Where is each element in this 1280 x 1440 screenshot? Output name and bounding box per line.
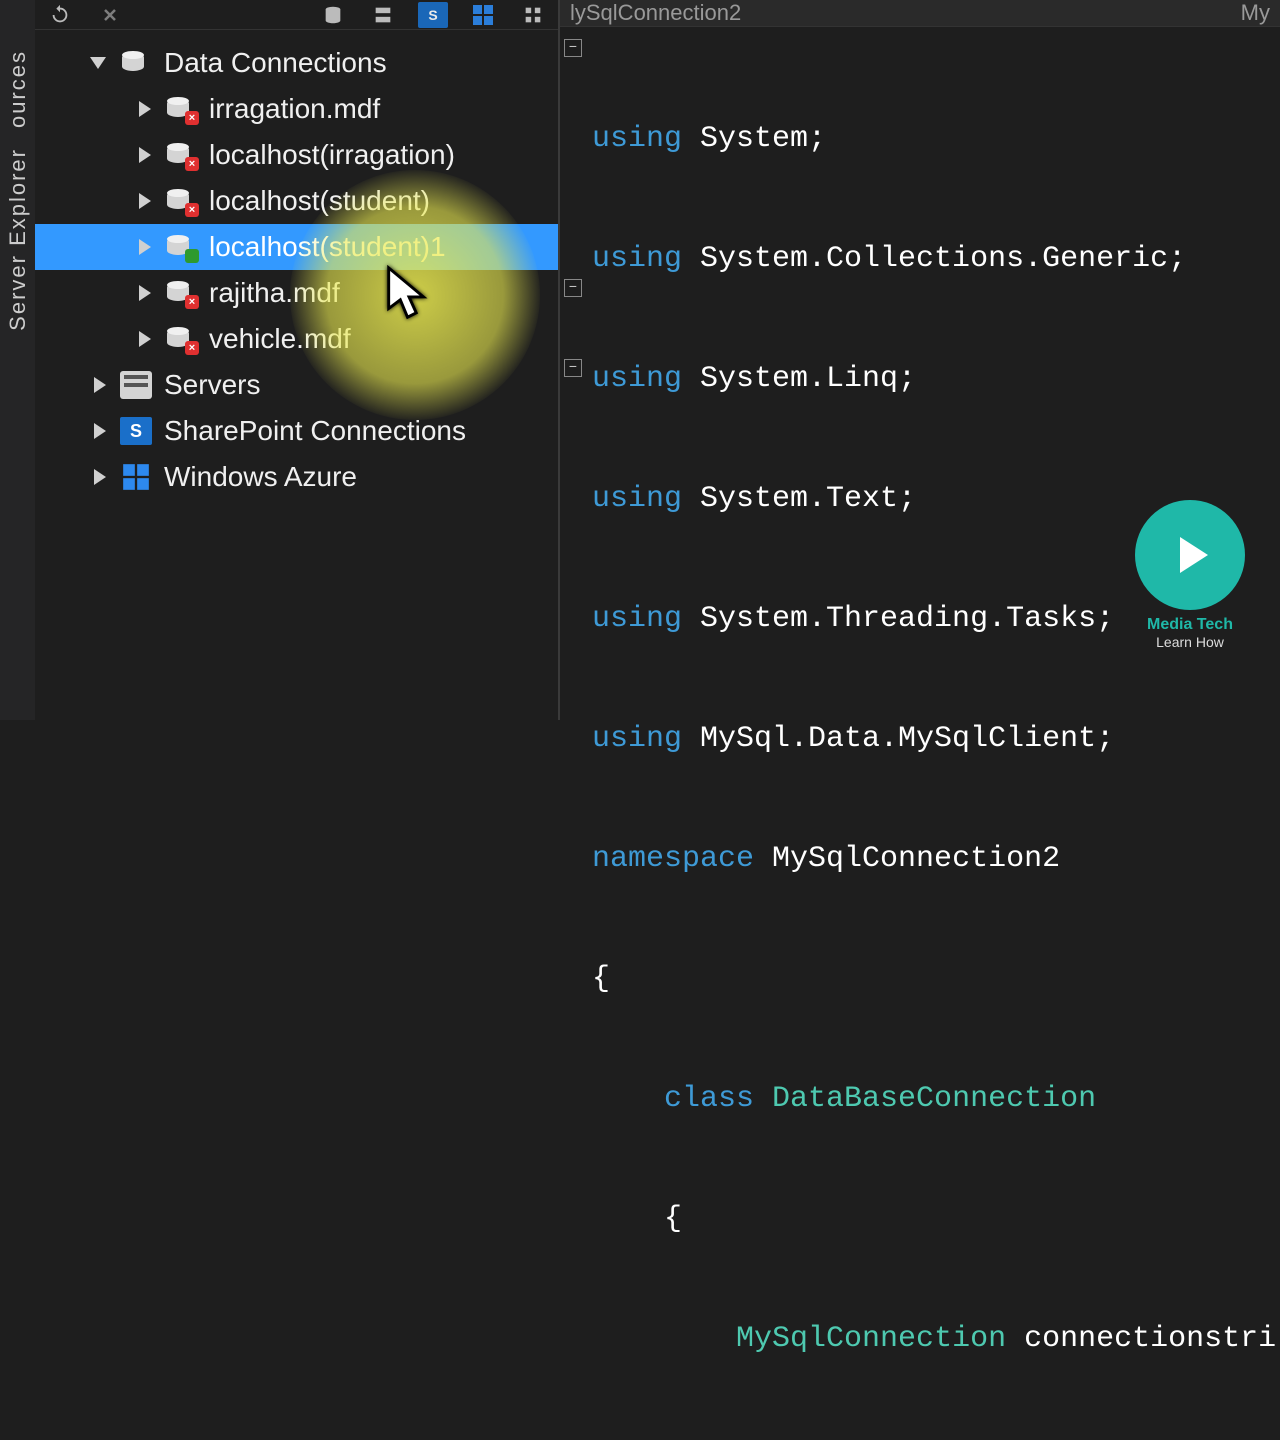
vertical-tab-sources[interactable]: ources xyxy=(5,50,31,128)
chevron-down-icon[interactable] xyxy=(90,53,110,73)
azure-icon[interactable] xyxy=(468,2,498,28)
tree-node-data-connections[interactable]: Data Connections xyxy=(35,40,558,86)
database-error-icon: × xyxy=(165,279,197,307)
sharepoint-icon: S xyxy=(120,417,152,445)
tree-node-connection[interactable]: × rajitha.mdf xyxy=(35,270,558,316)
code-editor: lySqlConnection2 My − − − using System; … xyxy=(560,0,1280,720)
fold-gutter: − − − xyxy=(560,27,586,1440)
tree-node-connection[interactable]: × localhost(irragation) xyxy=(35,132,558,178)
tree-label: irragation.mdf xyxy=(209,93,380,125)
chevron-right-icon[interactable] xyxy=(90,467,110,487)
code-text[interactable]: using System; using System.Collections.G… xyxy=(586,27,1280,1440)
connect-server-icon[interactable] xyxy=(368,2,398,28)
tree-label: Servers xyxy=(164,369,260,401)
tree-label: localhost(student) xyxy=(209,185,430,217)
chevron-right-icon[interactable] xyxy=(135,283,155,303)
chevron-right-icon[interactable] xyxy=(135,191,155,211)
chevron-right-icon[interactable] xyxy=(90,375,110,395)
connect-db-icon[interactable] xyxy=(318,2,348,28)
connection-tree: Data Connections × irragation.mdf × loca… xyxy=(35,30,558,500)
vertical-tab-rail: ources Server Explorer xyxy=(0,0,35,720)
tool-icon[interactable] xyxy=(518,2,548,28)
server-explorer-toolbar: S xyxy=(35,0,558,30)
tree-label: Data Connections xyxy=(164,47,387,79)
tree-label: localhost(student)1 xyxy=(209,231,446,263)
tree-node-azure[interactable]: Windows Azure xyxy=(35,454,558,500)
database-error-icon: × xyxy=(165,325,197,353)
tree-label: rajitha.mdf xyxy=(209,277,340,309)
chevron-right-icon[interactable] xyxy=(90,421,110,441)
tree-node-servers[interactable]: Servers xyxy=(35,362,558,408)
tree-node-connection[interactable]: × vehicle.mdf xyxy=(35,316,558,362)
refresh-icon[interactable] xyxy=(45,2,75,28)
vertical-tab-server-explorer[interactable]: Server Explorer xyxy=(5,148,31,331)
tree-node-connection[interactable]: × localhost(student) xyxy=(35,178,558,224)
database-error-icon: × xyxy=(165,187,197,215)
tree-node-sharepoint[interactable]: S SharePoint Connections xyxy=(35,408,558,454)
code-area[interactable]: − − − using System; using System.Collect… xyxy=(560,27,1280,1440)
tree-label: vehicle.mdf xyxy=(209,323,351,355)
fold-toggle-icon[interactable]: − xyxy=(564,279,582,297)
database-ok-icon xyxy=(165,233,197,261)
editor-tab-right[interactable]: My xyxy=(1241,0,1270,26)
server-explorer-panel: S Data Connections × irragation.mdf × lo… xyxy=(35,0,560,720)
tree-node-connection[interactable]: × irragation.mdf xyxy=(35,86,558,132)
database-error-icon: × xyxy=(165,95,197,123)
database-icon xyxy=(120,49,152,77)
fold-toggle-icon[interactable]: − xyxy=(564,39,582,57)
tree-label: SharePoint Connections xyxy=(164,415,466,447)
windows-azure-icon xyxy=(120,463,152,491)
stop-icon[interactable] xyxy=(95,2,125,28)
database-error-icon: × xyxy=(165,141,197,169)
editor-tab-bar: lySqlConnection2 My xyxy=(560,0,1280,27)
chevron-right-icon[interactable] xyxy=(135,99,155,119)
chevron-right-icon[interactable] xyxy=(135,145,155,165)
editor-tab[interactable]: lySqlConnection2 xyxy=(570,0,741,26)
fold-toggle-icon[interactable]: − xyxy=(564,359,582,377)
chevron-right-icon[interactable] xyxy=(135,237,155,257)
chevron-right-icon[interactable] xyxy=(135,329,155,349)
tree-label: Windows Azure xyxy=(164,461,357,493)
tree-node-connection-selected[interactable]: localhost(student)1 xyxy=(35,224,558,270)
tree-label: localhost(irragation) xyxy=(209,139,455,171)
server-icon xyxy=(120,371,152,399)
sharepoint-icon[interactable]: S xyxy=(418,2,448,28)
